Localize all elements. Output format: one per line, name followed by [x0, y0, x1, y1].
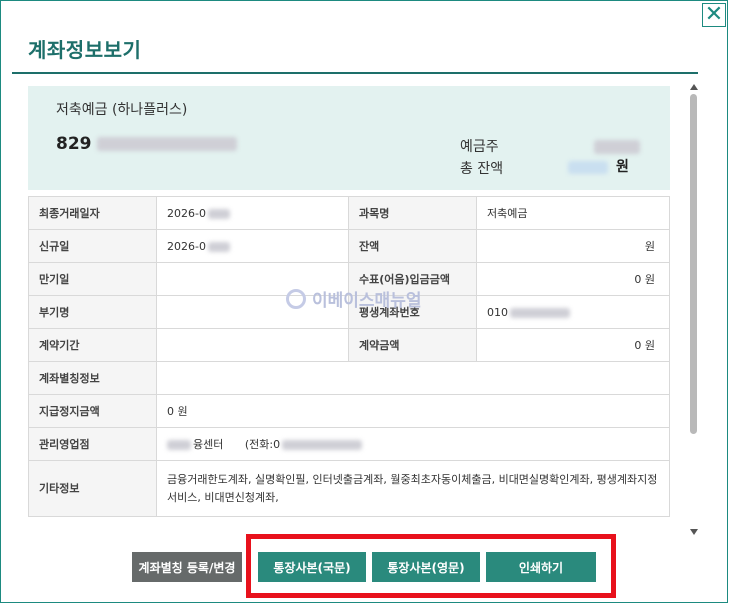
row-value: 0 원	[476, 328, 670, 362]
balance-unit: 원	[616, 159, 629, 175]
highlight-box	[246, 534, 616, 598]
scrollbar-thumb[interactable]	[690, 94, 697, 434]
row-label: 기타정보	[28, 460, 157, 517]
row-label: 관리영업점	[28, 427, 157, 461]
table-row: 신규일 2026-0 잔액 원	[28, 229, 670, 263]
row-label: 계좌별칭정보	[28, 361, 157, 395]
scroll-up-icon[interactable]	[690, 84, 698, 90]
row-label: 과목명	[348, 196, 477, 230]
scroll-down-icon[interactable]	[690, 529, 698, 535]
masked-balance	[568, 160, 608, 174]
row-value: 0 원	[156, 394, 670, 428]
title-divider	[12, 72, 698, 74]
balance-label: 총 잔액	[460, 161, 504, 177]
watermark: 이베이스매뉴얼	[286, 286, 421, 311]
row-label: 신규일	[28, 229, 157, 263]
account-summary-panel: 저축예금 (하나플러스) 829 예금주 총 잔액 원	[28, 86, 670, 190]
row-label: 최종거래일자	[28, 196, 157, 230]
row-value: 2026-0	[156, 196, 349, 230]
row-value: 원	[476, 229, 670, 263]
vertical-scrollbar[interactable]	[688, 82, 700, 537]
row-label: 부기명	[28, 295, 157, 329]
row-label: 지급정지금액	[28, 394, 157, 428]
table-row: 관리영업점 융센터 (전화:0	[28, 427, 670, 461]
row-value: 융센터 (전화:0	[156, 427, 670, 461]
account-number: 829	[56, 134, 238, 154]
table-row: 계약기간 계약금액 0 원	[28, 328, 670, 362]
row-value: 0 원	[476, 262, 670, 296]
row-value	[156, 361, 670, 395]
dialog-title: 계좌정보보기	[28, 38, 142, 62]
balance-value: 원	[568, 156, 629, 176]
row-label: 계약기간	[28, 328, 157, 362]
row-value: 저축예금	[476, 196, 670, 230]
table-row: 최종거래일자 2026-0 과목명 저축예금	[28, 196, 670, 230]
row-label: 계약금액	[348, 328, 477, 362]
row-value: 2026-0	[156, 229, 349, 263]
table-row: 계좌별칭정보	[28, 361, 670, 395]
watermark-logo-icon	[286, 288, 306, 309]
row-value: 금융거래한도계좌, 실명확인필, 인터넷출금계좌, 월중최초자동이체출금, 비대…	[156, 460, 670, 517]
account-number-prefix: 829	[56, 134, 92, 154]
alias-register-button[interactable]: 계좌별칭 등록/변경	[132, 552, 242, 582]
row-value	[156, 328, 349, 362]
account-detail-table: 최종거래일자 2026-0 과목명 저축예금 신규일 2026-0 잔액 원 만…	[28, 196, 670, 517]
watermark-text: 이베이스매뉴얼	[312, 291, 422, 311]
holder-label: 예금주	[460, 139, 499, 155]
table-row: 지급정지금액 0 원	[28, 394, 670, 428]
row-label: 잔액	[348, 229, 477, 263]
table-row: 기타정보 금융거래한도계좌, 실명확인필, 인터넷출금계좌, 월중최초자동이체출…	[28, 460, 670, 517]
masked-account-number	[97, 137, 238, 151]
masked-holder-name	[594, 136, 640, 155]
row-value: 010	[476, 295, 670, 329]
row-label: 만기일	[28, 262, 157, 296]
account-name: 저축예금 (하나플러스)	[56, 102, 188, 118]
close-icon[interactable]: ✕	[702, 3, 726, 27]
